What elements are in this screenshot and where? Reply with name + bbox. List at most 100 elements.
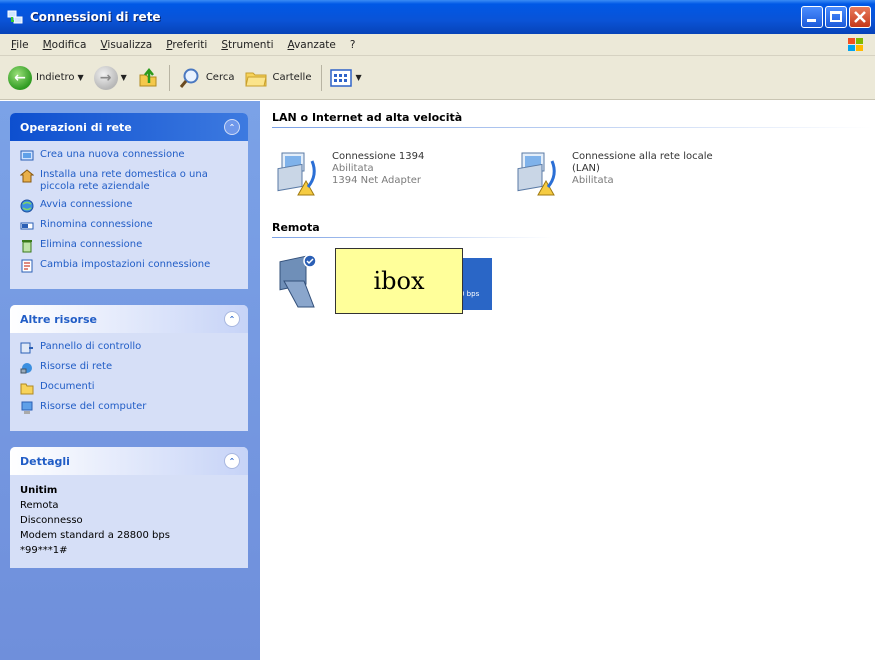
rename-icon xyxy=(20,222,34,230)
toolbar-separator xyxy=(321,64,323,91)
documents-folder-icon xyxy=(20,383,34,395)
task-pane: Operazioni di rete ⌃ Crea una nuova conn… xyxy=(0,101,260,660)
delete-icon xyxy=(22,240,32,253)
back-label: Indietro xyxy=(36,72,75,83)
connection-dialup[interactable] xyxy=(274,251,336,313)
views-button[interactable]: ▼ xyxy=(330,68,362,88)
task-label: Installa una rete domestica o una piccol… xyxy=(40,169,208,192)
up-folder-button[interactable] xyxy=(137,67,159,89)
forward-arrow-icon: → xyxy=(93,65,118,90)
menu-help[interactable]: ? xyxy=(343,39,363,51)
close-button[interactable] xyxy=(849,6,871,28)
task-label: Cambia impostazioni connessione xyxy=(40,259,211,270)
task-start-connection[interactable]: Avvia connessione xyxy=(20,199,240,213)
task-label: Elimina connessione xyxy=(40,239,143,250)
group-divider xyxy=(272,237,552,238)
place-network[interactable]: Risorse di rete xyxy=(20,361,240,375)
menu-advanced[interactable]: Avanzate xyxy=(280,39,342,51)
control-panel-icon xyxy=(20,342,33,354)
menu-tools[interactable]: Strumenti xyxy=(214,39,280,51)
task-create-connection[interactable]: Crea una nuova connessione xyxy=(20,149,240,163)
dropdown-arrow-icon[interactable]: ▼ xyxy=(355,73,361,82)
place-label: Pannello di controllo xyxy=(40,341,142,352)
toolbar: ← Indietro ▼ → ▼ Cerca Cartelle ▼ xyxy=(0,56,875,100)
task-change-settings[interactable]: Cambia impostazioni connessione xyxy=(20,259,240,273)
group-header-remote: Remota xyxy=(272,221,320,234)
dropdown-arrow-icon[interactable]: ▼ xyxy=(121,73,127,82)
minimize-button[interactable] xyxy=(801,6,823,28)
search-icon xyxy=(179,68,199,88)
place-my-computer[interactable]: Risorse del computer xyxy=(20,401,240,415)
details-title: Dettagli xyxy=(20,454,70,468)
task-setup-home-network[interactable]: Installa una rete domestica o una piccol… xyxy=(20,169,240,193)
place-control-panel[interactable]: Pannello di controllo xyxy=(20,341,240,355)
dialup-connection-icon xyxy=(279,254,317,308)
details-status: Disconnesso xyxy=(20,515,83,526)
other-places-title: Altre risorse xyxy=(20,312,97,326)
network-tasks-title: Operazioni di rete xyxy=(20,120,132,134)
folders-label: Cartelle xyxy=(272,72,312,83)
menu-edit[interactable]: Modifica xyxy=(36,39,94,51)
place-documents[interactable]: Documenti xyxy=(20,381,240,395)
collapse-chevron-icon[interactable]: ⌃ xyxy=(224,453,240,469)
details-phone-number: *99***1# xyxy=(20,545,68,556)
back-button[interactable]: ← Indietro ▼ xyxy=(8,65,84,90)
details-name: Unitim xyxy=(20,485,58,496)
globe-icon xyxy=(20,199,34,213)
place-label: Documenti xyxy=(40,381,95,392)
group-divider xyxy=(272,127,872,128)
menu-view[interactable]: Visualizza xyxy=(93,39,159,51)
settings-icon xyxy=(21,259,33,273)
folders-button[interactable]: Cartelle xyxy=(244,67,311,89)
home-network-icon xyxy=(20,169,34,183)
connection-name: Connessione 1394 xyxy=(332,151,425,162)
forward-button[interactable]: → ▼ xyxy=(93,65,127,90)
connection-name: Connessione alla rete locale xyxy=(572,151,713,162)
search-label: Cerca xyxy=(205,72,235,83)
task-label: Crea una nuova connessione xyxy=(40,149,185,160)
new-connection-icon xyxy=(20,150,34,161)
search-button[interactable]: Cerca xyxy=(178,67,235,89)
network-tasks-panel: Operazioni di rete ⌃ Crea una nuova conn… xyxy=(10,113,248,289)
connection-1394[interactable]: Connessione 1394 Abilitata 1394 Net Adap… xyxy=(276,151,424,203)
menu-file[interactable]: File xyxy=(4,39,36,51)
connection-lan[interactable]: Connessione alla rete locale (LAN) Abili… xyxy=(516,151,713,203)
connection-device: 1394 Net Adapter xyxy=(332,175,422,186)
dropdown-arrow-icon[interactable]: ▼ xyxy=(78,73,84,82)
close-icon xyxy=(854,11,866,23)
up-folder-icon xyxy=(139,67,157,86)
place-label: Risorse di rete xyxy=(40,361,113,372)
details-header[interactable]: Dettagli ⌃ xyxy=(10,447,248,475)
details-panel: Dettagli ⌃ Unitim Remota Disconnesso Mod… xyxy=(10,447,248,568)
windows-logo-icon xyxy=(848,38,863,51)
menu-favorites[interactable]: Preferiti xyxy=(159,39,214,51)
other-places-panel: Altre risorse ⌃ Pannello di controllo Ri… xyxy=(10,305,248,431)
network-places-icon xyxy=(20,363,32,374)
task-label: Avvia connessione xyxy=(40,199,133,210)
task-rename-connection[interactable]: Rinomina connessione xyxy=(20,219,240,233)
network-tasks-header[interactable]: Operazioni di rete ⌃ xyxy=(10,113,248,141)
ibox-overlay-label: ibox xyxy=(335,248,463,314)
toolbar-separator xyxy=(168,64,170,91)
other-places-header[interactable]: Altre risorse ⌃ xyxy=(10,305,248,333)
folders-icon xyxy=(245,72,268,86)
back-arrow-icon: ← xyxy=(8,65,32,90)
maximize-button[interactable] xyxy=(825,6,847,28)
connection-status: Abilitata xyxy=(572,175,614,186)
collapse-chevron-icon[interactable]: ⌃ xyxy=(224,119,240,135)
selected-label[interactable]: 0 bps xyxy=(460,258,492,310)
task-delete-connection[interactable]: Elimina connessione xyxy=(20,239,240,253)
connection-status: Abilitata xyxy=(332,163,374,174)
place-label: Risorse del computer xyxy=(40,401,147,412)
collapse-chevron-icon[interactable]: ⌃ xyxy=(224,311,240,327)
lan-connection-icon xyxy=(517,152,556,196)
title-bar[interactable]: Connessioni di rete xyxy=(0,0,875,34)
window-title: Connessioni di rete xyxy=(30,10,161,24)
task-label: Rinomina connessione xyxy=(40,219,153,230)
menu-bar: File Modifica Visualizza Preferiti Strum… xyxy=(0,34,875,56)
views-icon xyxy=(330,68,353,87)
network-connections-icon xyxy=(7,10,23,24)
details-type: Remota xyxy=(20,500,59,511)
details-body: Unitim Remota Disconnesso Modem standard… xyxy=(10,475,248,568)
my-computer-icon xyxy=(21,401,33,414)
